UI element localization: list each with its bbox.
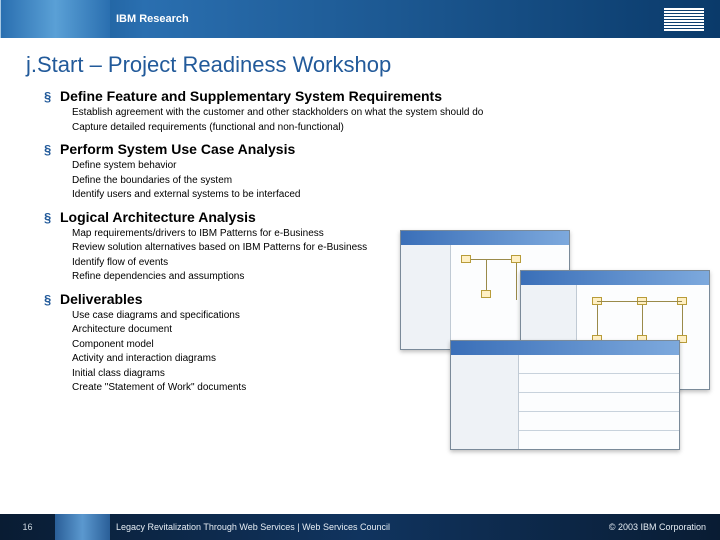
header-accent bbox=[0, 0, 110, 38]
list-item: Architecture document bbox=[72, 323, 694, 338]
list-item: Map requirements/drivers to IBM Patterns… bbox=[72, 227, 694, 242]
section-items: Define system behavior Define the bounda… bbox=[60, 159, 694, 203]
section-requirements: Define Feature and Supplementary System … bbox=[60, 88, 694, 135]
list-item: Define system behavior bbox=[72, 159, 694, 174]
footer-accent bbox=[55, 514, 110, 540]
list-item: Identify users and external systems to b… bbox=[72, 188, 694, 203]
header-bar: IBM Research bbox=[0, 0, 720, 38]
section-heading: Logical Architecture Analysis bbox=[60, 209, 694, 225]
list-item: Define the boundaries of the system bbox=[72, 174, 694, 189]
footer-text: Legacy Revitalization Through Web Servic… bbox=[116, 522, 390, 532]
list-item: Activity and interaction diagrams bbox=[72, 352, 694, 367]
list-item: Create "Statement of Work" documents bbox=[72, 381, 694, 396]
list-item: Use case diagrams and specifications bbox=[72, 309, 694, 324]
page-title: j.Start – Project Readiness Workshop bbox=[0, 38, 720, 88]
section-heading: Perform System Use Case Analysis bbox=[60, 141, 694, 157]
section-items: Establish agreement with the customer an… bbox=[60, 106, 694, 135]
list-item: Initial class diagrams bbox=[72, 367, 694, 382]
header-label: IBM Research bbox=[116, 13, 189, 25]
list-item: Identify flow of events bbox=[72, 256, 694, 271]
header-left: IBM Research bbox=[0, 0, 189, 38]
list-item: Capture detailed requirements (functiona… bbox=[72, 121, 694, 136]
section-heading: Deliverables bbox=[60, 291, 694, 307]
footer-copyright: © 2003 IBM Corporation bbox=[609, 522, 706, 532]
ibm-logo-icon bbox=[664, 8, 704, 31]
list-item: Establish agreement with the customer an… bbox=[72, 106, 694, 121]
list-item: Component model bbox=[72, 338, 694, 353]
section-usecase: Perform System Use Case Analysis Define … bbox=[60, 141, 694, 203]
section-deliverables: Deliverables Use case diagrams and speci… bbox=[60, 291, 694, 396]
section-items: Use case diagrams and specifications Arc… bbox=[60, 309, 694, 396]
section-items: Map requirements/drivers to IBM Patterns… bbox=[60, 227, 694, 285]
page-number: 16 bbox=[0, 522, 55, 532]
section-architecture: Logical Architecture Analysis Map requir… bbox=[60, 209, 694, 285]
section-heading: Define Feature and Supplementary System … bbox=[60, 88, 694, 104]
list-item: Refine dependencies and assumptions bbox=[72, 270, 694, 285]
list-item: Review solution alternatives based on IB… bbox=[72, 241, 694, 256]
footer-bar: 16 Legacy Revitalization Through Web Ser… bbox=[0, 514, 720, 540]
content-area: Define Feature and Supplementary System … bbox=[0, 88, 720, 396]
